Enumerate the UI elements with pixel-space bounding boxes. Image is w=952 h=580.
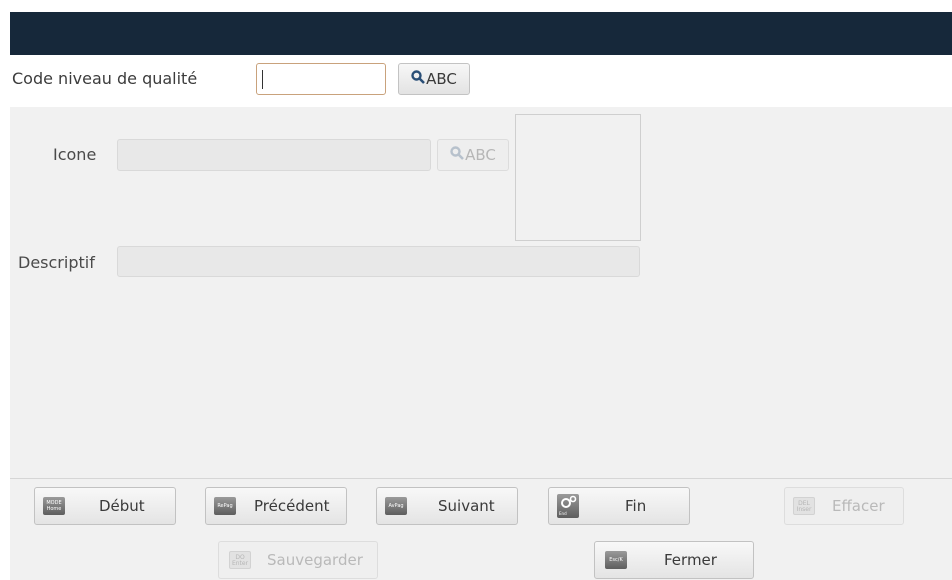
descriptif-input[interactable] bbox=[117, 246, 640, 277]
suivant-button[interactable]: AvPag Suivant bbox=[376, 487, 518, 525]
home-key-icon: MODE Home bbox=[43, 497, 65, 515]
code-niveau-label: Code niveau de qualité bbox=[12, 69, 198, 88]
debut-label: Début bbox=[99, 497, 145, 515]
delete-key-icon: DEL Inser bbox=[793, 497, 815, 515]
suivant-label: Suivant bbox=[438, 497, 495, 515]
magnifier-icon bbox=[411, 70, 426, 88]
magnifier-icon bbox=[450, 146, 465, 164]
sauvegarder-label: Sauvegarder bbox=[267, 551, 363, 569]
effacer-button[interactable]: DEL Inser Effacer bbox=[784, 487, 904, 525]
debut-button[interactable]: MODE Home Début bbox=[34, 487, 176, 525]
code-niveau-lookup-button[interactable]: ABC bbox=[398, 63, 470, 95]
escape-key-icon: Esc/K bbox=[605, 551, 627, 569]
title-bar bbox=[10, 12, 952, 55]
fermer-label: Fermer bbox=[664, 551, 717, 569]
effacer-label: Effacer bbox=[832, 497, 885, 515]
pageup-key-icon: RePag bbox=[214, 497, 236, 515]
sauvegarder-button[interactable]: DO Enter Sauvegarder bbox=[218, 541, 378, 579]
lookup-label: ABC bbox=[465, 146, 496, 164]
text-caret bbox=[262, 70, 263, 89]
descriptif-label: Descriptif bbox=[18, 253, 95, 272]
icone-preview bbox=[515, 114, 641, 241]
button-bar-divider bbox=[10, 478, 952, 479]
icone-label: Icone bbox=[53, 145, 97, 164]
fermer-button[interactable]: Esc/K Fermer bbox=[594, 541, 754, 579]
end-gear-icon: End bbox=[557, 494, 579, 518]
precedent-label: Précédent bbox=[254, 497, 330, 515]
lookup-label: ABC bbox=[426, 70, 457, 88]
icone-input[interactable] bbox=[117, 139, 431, 171]
pagedown-key-icon: AvPag bbox=[385, 497, 407, 515]
do-key-icon: DO Enter bbox=[229, 551, 251, 569]
precedent-button[interactable]: RePag Précédent bbox=[205, 487, 347, 525]
code-niveau-input[interactable] bbox=[256, 63, 386, 95]
fin-button[interactable]: End Fin bbox=[548, 487, 690, 525]
icone-lookup-button[interactable]: ABC bbox=[437, 139, 509, 171]
fin-label: Fin bbox=[625, 497, 647, 515]
